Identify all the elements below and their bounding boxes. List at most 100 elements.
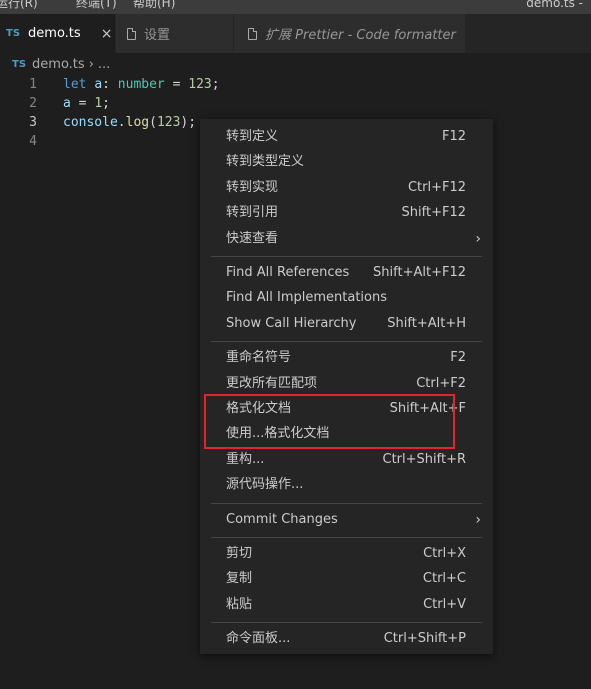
menu-help[interactable]: 帮助(H) <box>133 0 175 9</box>
code-token: . <box>117 115 126 130</box>
tab-label: demo.ts <box>28 26 81 41</box>
context-menu-item[interactable]: 转到定义 F12 <box>200 125 493 149</box>
context-menu-item[interactable]: 源代码操作... <box>200 473 493 497</box>
tab-extension-prettier[interactable]: 扩展 Prettier - Code formatter <box>234 14 466 53</box>
code-line[interactable]: 2 a = 1; <box>0 94 591 113</box>
context-menu-item[interactable]: 转到引用 Shift+F12 <box>200 201 493 225</box>
context-menu-item[interactable]: 剪切 Ctrl+X <box>200 542 493 566</box>
menu-item-label: 更改所有匹配项 <box>226 375 318 391</box>
code-token: 123 <box>188 77 212 92</box>
code-token: = <box>164 77 189 92</box>
menu-item-shortcut: Shift+Alt+F <box>389 401 466 416</box>
menu-bar: 运行(R) 终端(T) 帮助(H) demo.ts - <box>0 0 591 14</box>
window-title: demo.ts - <box>526 0 583 10</box>
context-menu-item[interactable]: 转到实现 Ctrl+F12 <box>200 176 493 200</box>
context-menu-item[interactable]: 格式化文档 Shift+Alt+F <box>200 397 493 421</box>
code-token: 123 <box>156 115 181 130</box>
menu-item-label: 格式化文档 <box>226 401 292 416</box>
menu-item-shortcut: Shift+F12 <box>401 205 466 221</box>
context-menu-item[interactable]: Show Call Hierarchy Shift+Alt+H <box>200 312 493 336</box>
code-token: ( <box>149 115 157 130</box>
menu-item-shortcut: Shift+Alt+F12 <box>373 265 466 280</box>
breadcrumb: TS demo.ts › ... <box>0 53 591 75</box>
context-menu-item[interactable]: Find All References Shift+Alt+F12 <box>200 261 493 285</box>
chevron-right-icon: › <box>475 230 481 247</box>
menu-item-label: Find All References <box>226 265 350 280</box>
menu-item-shortcut: Ctrl+Shift+P <box>383 631 466 647</box>
file-icon <box>127 27 136 40</box>
menu-separator <box>211 502 482 504</box>
menu-item-shortcut: Ctrl+C <box>422 571 466 587</box>
menu-item-label: 复制 <box>226 571 253 587</box>
menu-item-label: 转到引用 <box>226 205 279 221</box>
context-menu-item[interactable]: 命令面板... Ctrl+Shift+P <box>200 627 493 651</box>
menu-item-label: 重命名符号 <box>226 350 292 366</box>
code-token: : <box>102 77 118 92</box>
line-number: 4 <box>29 134 37 149</box>
code-token: number <box>117 77 165 92</box>
menu-item-label: Find All Implementations <box>226 290 388 306</box>
menu-item-label: 转到类型定义 <box>226 154 305 170</box>
code-token: 1 <box>94 96 103 111</box>
code-token: a <box>63 96 71 111</box>
code-text: a = 1; <box>63 94 110 113</box>
menu-separator <box>211 537 482 538</box>
menu-item-shortcut: Ctrl+Shift+R <box>382 451 467 467</box>
context-menu-item[interactable]: 重命名符号 F2 <box>200 346 493 370</box>
menu-item-label: 源代码操作... <box>226 477 304 493</box>
menu-item-shortcut: Ctrl+F2 <box>416 375 466 391</box>
context-menu-item[interactable]: 转到类型定义 <box>200 150 493 174</box>
menu-item-label: 重构... <box>226 451 265 467</box>
menu-item-label: 快速查看 <box>226 230 279 246</box>
menu-item-label: 剪切 <box>226 546 253 561</box>
code-token: = <box>70 96 95 111</box>
code-token: ; <box>211 77 220 92</box>
context-menu-item[interactable]: Commit Changes › <box>200 508 493 532</box>
menu-item-label: 命令面板... <box>226 631 291 647</box>
menu-separator <box>211 622 482 624</box>
code-token: let <box>63 77 87 92</box>
line-number: 3 <box>29 115 37 130</box>
context-menu-item[interactable]: Find All Implementations <box>200 286 493 310</box>
context-menu-item[interactable]: 快速查看 › <box>200 227 493 251</box>
menu-item-label: 使用...格式化文档 <box>226 426 330 442</box>
code-token: console <box>63 115 118 130</box>
context-menu-item[interactable]: 更改所有匹配项 Ctrl+F2 <box>200 372 493 396</box>
code-line[interactable]: 1 let a: number = 123; <box>0 75 591 94</box>
menu-item-shortcut: F12 <box>441 129 466 144</box>
menu-item-label: 转到实现 <box>226 179 279 195</box>
breadcrumb-more[interactable]: ... <box>98 57 110 72</box>
menu-separator <box>211 341 482 343</box>
tab-demo-ts[interactable]: TS demo.ts × <box>0 14 116 53</box>
menu-item-shortcut: Ctrl+X <box>423 546 466 561</box>
line-number: 1 <box>29 77 37 92</box>
tab-settings[interactable]: 设置 <box>116 14 234 53</box>
code-token: a <box>94 77 103 92</box>
chevron-right-icon: › <box>475 511 481 528</box>
line-number: 2 <box>29 96 37 111</box>
menu-item-shortcut: F2 <box>450 350 466 366</box>
context-menu: 转到定义 F12 转到类型定义 转到实现 Ctrl+F12 转到引用 Shift+F12 快速… <box>200 119 493 654</box>
tab-label: 扩展 Prettier - Code formatter <box>265 28 456 43</box>
menu-item-label: 粘贴 <box>226 596 253 612</box>
menu-item-shortcut: Ctrl+V <box>423 596 466 612</box>
context-menu-item[interactable]: 使用...格式化文档 <box>200 422 493 446</box>
menu-run[interactable]: 运行(R) <box>0 0 38 9</box>
close-icon[interactable]: × <box>101 26 113 42</box>
code-token: log <box>125 115 150 130</box>
file-icon <box>248 27 257 40</box>
menu-item-label: Show Call Hierarchy <box>226 315 357 331</box>
menu-item-label: Commit Changes <box>226 511 338 527</box>
menu-terminal[interactable]: 终端(T) <box>76 0 117 9</box>
tab-bar: TS demo.ts × 设置 扩展 Prettier - Code forma… <box>0 14 591 53</box>
breadcrumb-file[interactable]: demo.ts <box>32 57 85 72</box>
code-token: ; <box>102 96 110 111</box>
menu-item-shortcut: Ctrl+F12 <box>407 179 466 195</box>
context-menu-item[interactable]: 粘贴 Ctrl+V <box>200 593 493 617</box>
context-menu-item[interactable]: 复制 Ctrl+C <box>200 567 493 591</box>
typescript-icon: TS <box>6 28 21 39</box>
context-menu-item[interactable]: 重构... Ctrl+Shift+R <box>200 448 493 472</box>
chevron-right-icon: › <box>88 56 94 72</box>
tab-label: 设置 <box>144 28 171 43</box>
typescript-icon: TS <box>12 58 27 70</box>
